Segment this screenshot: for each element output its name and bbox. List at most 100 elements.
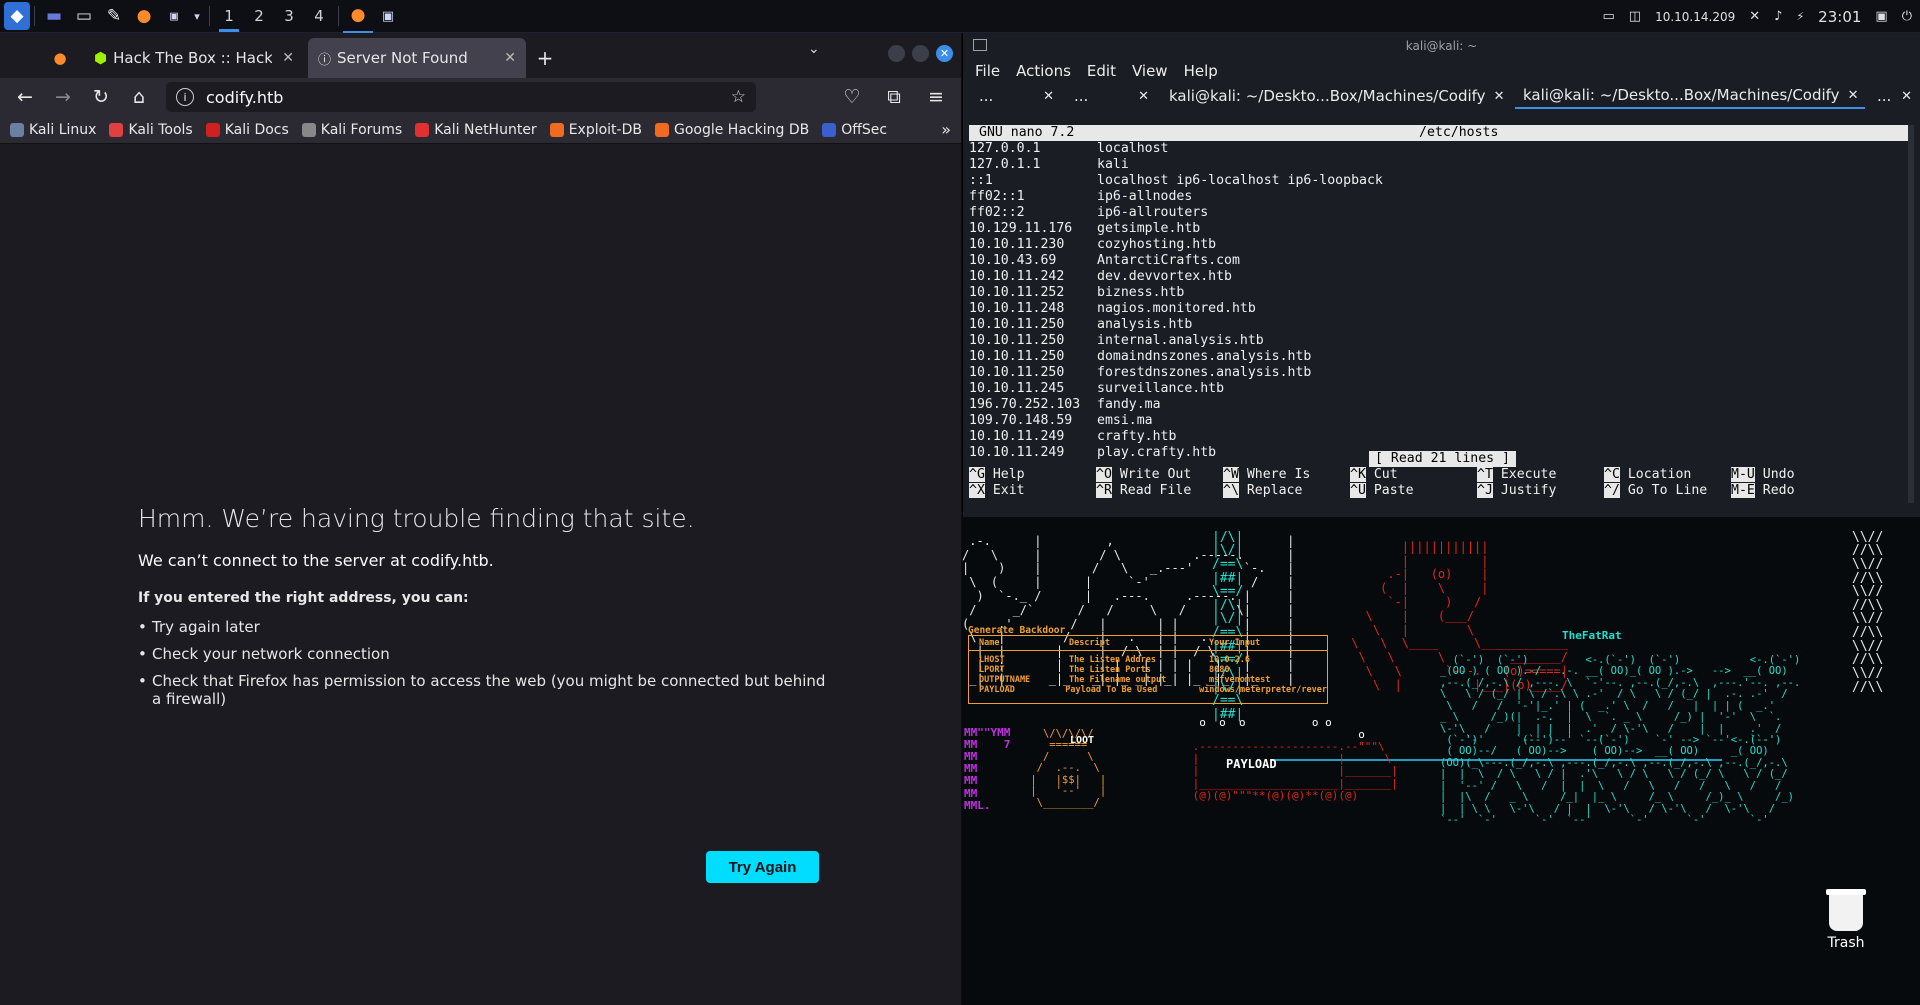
bookmark-kali-forums[interactable]: Kali Forums [301,121,403,138]
menu-help[interactable]: Help [1184,62,1218,80]
kali-forums-icon [301,122,316,137]
close-icon[interactable]: ✕ [1043,89,1054,104]
bookmark-kali-nethunter[interactable]: Kali NetHunter [415,122,537,138]
shortcut: ^\ Replace [1223,483,1350,499]
firefox-window-button[interactable]: ● [343,0,373,33]
extensions-icon[interactable]: ⧉ [877,82,911,112]
network-icon[interactable]: ◫ [1629,9,1641,24]
minimize-button[interactable] [888,45,905,62]
terminal-tab[interactable]: ... ✕ [1869,83,1920,109]
try-again-button[interactable]: Try Again [706,851,819,883]
workspace-4[interactable]: 4 [304,0,334,33]
close-icon[interactable]: ✕ [1494,89,1505,104]
back-button[interactable]: ← [8,82,42,112]
terminal-tab-active[interactable]: kali@kali: ~/Deskto...Box/Machines/Codif… [1515,83,1865,109]
host-ip: 10.10.11.250 [969,333,1065,348]
shortcut-key: ^C [1604,467,1620,482]
terminal-scrollbar[interactable] [1908,125,1914,503]
close-window-button[interactable]: ✕ [936,45,953,62]
bookmark-kali-tools[interactable]: Kali Tools [109,122,193,138]
close-icon[interactable]: ✕ [282,50,294,66]
bookmark-offsec[interactable]: OffSec [822,122,887,138]
new-tab-button[interactable]: + [530,38,560,78]
host-ip: 127.0.1.1 [969,157,1041,172]
menu-file[interactable]: File [975,62,1000,80]
terminal-launcher-icon[interactable]: ▣ [159,2,189,30]
tab-label: ... [1877,87,1892,105]
ascii-art-column-right: \\// //\\ \\// //\\ \\// //\\ \\// //\\ … [1852,529,1884,695]
menu-edit[interactable]: Edit [1087,62,1116,80]
nano-editor[interactable]: GNU nano 7.2 /etc/hosts 127.0.0.1 localho… [969,125,1909,515]
hosts-file-content[interactable]: 127.0.0.1 localhost 127.0.1.1 kali::1 localh… [969,141,1909,461]
shortcut-label: Redo [1762,483,1795,498]
close-icon[interactable]: ✕ [1138,89,1149,104]
tab-strip: ● ⬢ Hack The Box :: Hack The B ✕ ⓘ Serve… [0,33,961,78]
reload-button[interactable]: ↻ [84,82,118,112]
bookmark-kali-linux[interactable]: Kali Linux [10,122,96,138]
site-info-icon[interactable]: i [176,88,194,106]
text-editor-icon[interactable]: ✎ [99,2,129,30]
close-icon[interactable]: ✕ [1901,89,1912,104]
notifications-icon[interactable]: ♪ [1774,9,1782,24]
close-icon[interactable]: ✕ [504,50,516,66]
host-name: AntarctiCrafts.com [1097,253,1240,268]
url-bar[interactable]: i codify.htb ☆ [166,82,756,112]
host-ip: ff02::2 [969,205,1025,220]
shortcut: ^C Location [1604,467,1731,483]
menu-view[interactable]: View [1132,62,1168,80]
list-tabs-chevron-icon[interactable]: ⌄ [808,41,820,57]
exploit-db-icon [549,122,564,137]
panel-separator [338,6,339,26]
bookmarks-toolbar: Kali Linux Kali Tools Kali Docs Kali For… [0,116,961,144]
terminal-window-button[interactable]: ▣ [373,2,403,30]
display-icon[interactable]: ▭ [1602,9,1614,24]
home-button[interactable]: ⌂ [122,82,156,112]
pocket-icon[interactable]: ♡ [835,82,869,112]
bookmark-google-hacking-db[interactable]: Google Hacking DB [654,122,809,138]
terminal-tab[interactable]: kali@kali: ~/Deskto...Box/Machines/Codif… [1161,83,1511,109]
mute-icon[interactable]: ✕ [1749,9,1760,24]
terminal-tab[interactable]: ... ✕ [1066,83,1157,109]
workspace-3[interactable]: 3 [274,0,304,33]
power-menu-icon[interactable]: ⏻ [1902,9,1912,24]
tab-pinned-firefox[interactable]: ● [40,38,80,78]
tab-hack-the-box[interactable]: ⬢ Hack The Box :: Hack The B ✕ [84,38,304,78]
file-manager-icon[interactable]: ▭ [69,2,99,30]
table-cell: Payload To Be Used [1065,685,1158,695]
hosts-line: 10.10.43.69 AntarctiCrafts.com [969,253,1909,269]
terminal-tab[interactable]: ... ✕ [971,83,1062,109]
bookmark-exploit-db[interactable]: Exploit-DB [549,122,642,138]
url-text[interactable]: codify.htb [206,88,731,107]
workspace-1[interactable]: 1 [214,0,244,33]
host-name: bizness.htb [1097,285,1185,300]
table-body: LHOST The Listen Addres 10.0.2.6 LPORT The L… [969,651,1327,703]
table-cell: The Listen Addres [1069,655,1156,665]
tab-label: ... [979,87,994,105]
menu-hamburger-icon[interactable]: ≡ [919,82,953,112]
shortcut-label: Where Is [1246,467,1311,482]
host-ip: 109.70.148.59 [969,413,1073,428]
show-desktop-icon[interactable]: ▬ [39,2,69,30]
trash-desktop-icon[interactable]: Trash [1822,889,1870,951]
maximize-button[interactable] [912,45,929,62]
forward-button[interactable]: → [46,82,80,112]
host-ip: 10.10.11.248 [969,301,1065,316]
chevron-double-right-icon[interactable]: » [941,120,951,139]
workspace-2[interactable]: 2 [244,0,274,33]
shortcut-key: ^T [1477,467,1493,482]
kali-menu-icon[interactable]: ◆ [4,2,30,30]
clock[interactable]: 23:01 [1818,8,1861,26]
chevron-down-icon[interactable]: ▾ [189,2,205,30]
firefox-launcher-icon[interactable]: ● [129,2,159,30]
shortcut-label: Help [992,467,1025,482]
shortcut: ^X Exit [969,483,1096,499]
menu-actions[interactable]: Actions [1016,62,1071,80]
tab-server-not-found[interactable]: ⓘ Server Not Found ✕ [308,38,526,78]
bookmark-label: Kali Forums [320,121,403,138]
bookmark-kali-docs[interactable]: Kali Docs [205,122,289,138]
close-icon[interactable]: ✕ [1848,88,1859,103]
bookmark-star-icon[interactable]: ☆ [731,87,746,107]
power-icon[interactable]: ⚡ [1796,10,1804,23]
lock-icon[interactable]: ▣ [1875,9,1887,24]
nano-status: [ Read 21 lines ] [1369,451,1516,467]
